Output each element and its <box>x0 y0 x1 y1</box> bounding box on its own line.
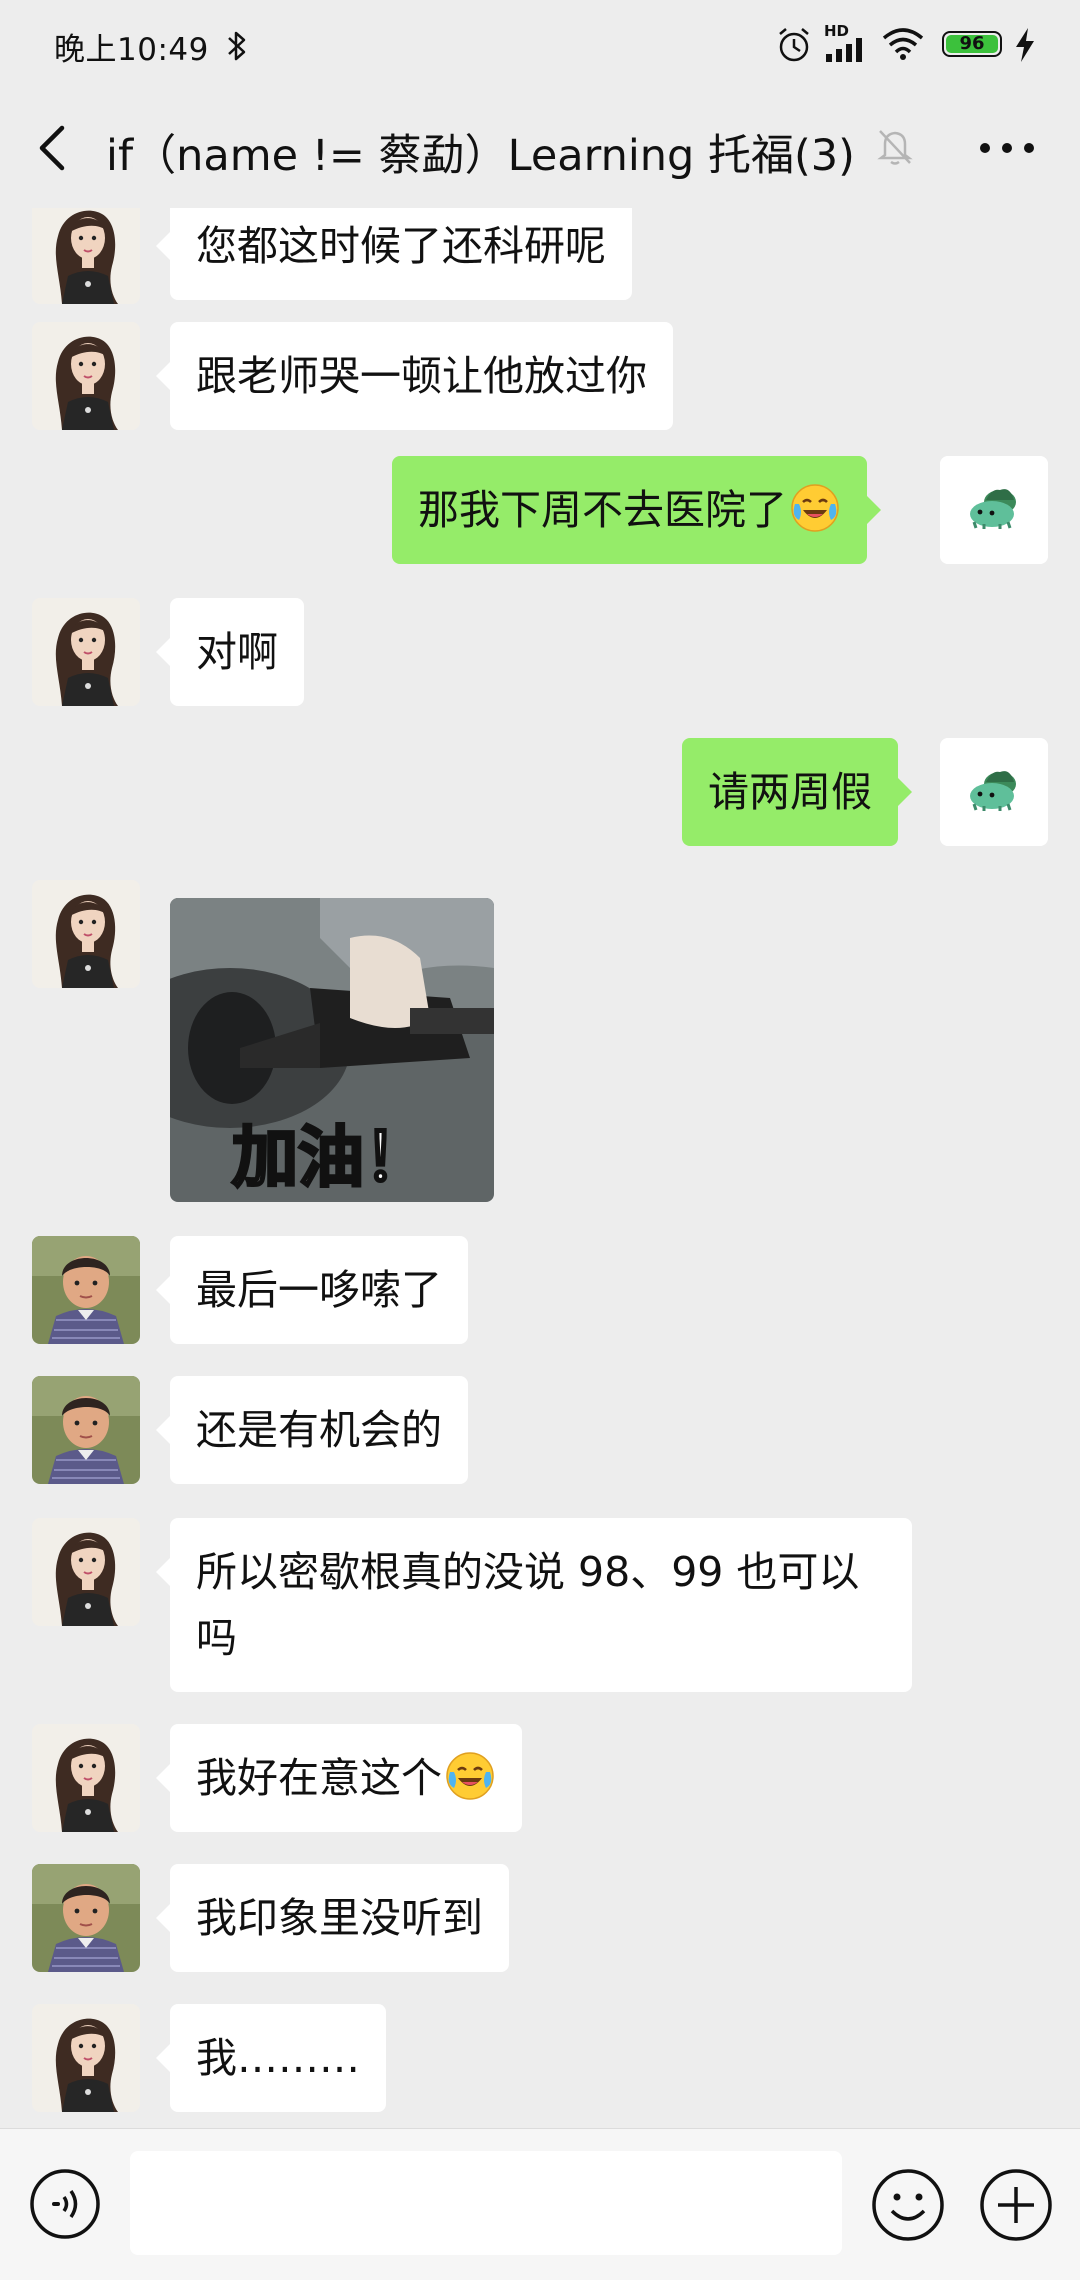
message-bubble[interactable]: 对啊 <box>156 598 304 706</box>
emoji-face-icon[interactable] <box>870 2167 946 2243</box>
message-list[interactable]: 您都这时候了还科研呢 跟老师哭一顿让他放过你 那我下周不去医院了 对啊 请两周假 <box>0 208 1080 2128</box>
battery-icon: 96 <box>942 31 1002 57</box>
status-time: 晚上10:49 <box>54 32 209 68</box>
status-bar: 晚上10:49 HD 96 <box>0 0 1080 90</box>
message-text: 最后一哆嗦了 <box>196 1266 442 1314</box>
signal-icon <box>826 38 862 62</box>
message-bubble[interactable]: 我印象里没听到 <box>156 1864 509 1972</box>
input-bar <box>0 2128 1080 2280</box>
chat-header: if（name != 蔡勐）Learning 托福(3) <box>0 90 1080 208</box>
more-dots-icon[interactable] <box>975 126 1039 170</box>
message-text: 跟老师哭一顿让他放过你 <box>196 352 647 400</box>
voice-icon[interactable] <box>28 2167 102 2241</box>
message-bubble[interactable]: 我好在意这个 <box>156 1724 522 1832</box>
girl-avatar[interactable] <box>32 1518 140 1626</box>
girl-avatar[interactable] <box>32 880 140 988</box>
girl-avatar[interactable] <box>32 208 140 304</box>
alarm-icon <box>779 28 809 62</box>
boy-avatar[interactable] <box>32 1236 140 1344</box>
message-bubble[interactable]: 所以密歇根真的没说 98、99 也可以吗 <box>156 1518 912 1692</box>
girl-avatar[interactable] <box>32 1724 140 1832</box>
message-bubble[interactable]: 您都这时候了还科研呢 <box>156 208 632 300</box>
battery-level: 96 <box>959 33 985 54</box>
chat-title[interactable]: if（name != 蔡勐）Learning 托福(3) <box>106 121 855 183</box>
plus-icon[interactable] <box>978 2167 1054 2243</box>
message-bubble[interactable]: 请两周假 <box>682 738 912 846</box>
girl-avatar[interactable] <box>32 322 140 430</box>
bulbasaur-avatar[interactable] <box>940 456 1048 564</box>
crying-laughing-emoji <box>789 482 841 534</box>
message-text: 那我下周不去医院了 <box>418 486 787 534</box>
message-text: 我印象里没听到 <box>196 1894 483 1942</box>
message-text: 所以密歇根真的没说 98、99 也可以吗 <box>196 1548 860 1662</box>
message-text: 您都这时候了还科研呢 <box>196 222 606 270</box>
bulbasaur-avatar[interactable] <box>940 738 1048 846</box>
girl-avatar[interactable] <box>32 2004 140 2112</box>
message-input[interactable] <box>130 2151 842 2255</box>
bluetooth-icon <box>228 31 246 61</box>
mute-bell-icon <box>877 130 913 165</box>
message-bubble[interactable]: 最后一哆嗦了 <box>156 1236 468 1344</box>
message-text: 我……… <box>196 2034 360 2082</box>
sticker-caption: 加油！ <box>231 1118 432 1198</box>
message-text: 请两周假 <box>708 768 872 816</box>
message-text: 还是有机会的 <box>196 1406 442 1454</box>
message-text: 我好在意这个 <box>196 1754 442 1802</box>
message-bubble[interactable]: 还是有机会的 <box>156 1376 468 1484</box>
message-bubble[interactable]: 我……… <box>156 2004 386 2112</box>
boy-avatar[interactable] <box>32 1376 140 1484</box>
charging-icon <box>1016 28 1034 62</box>
message-bubble[interactable]: 跟老师哭一顿让他放过你 <box>156 322 673 430</box>
back-arrow-icon[interactable] <box>22 116 86 180</box>
sticker-image[interactable]: 加油！ <box>170 898 494 1202</box>
wifi-icon <box>882 28 924 60</box>
message-bubble[interactable]: 那我下周不去医院了 <box>392 456 881 564</box>
crying-laughing-emoji <box>444 1750 496 1802</box>
message-text: 对啊 <box>196 628 278 676</box>
boy-avatar[interactable] <box>32 1864 140 1972</box>
girl-avatar[interactable] <box>32 598 140 706</box>
